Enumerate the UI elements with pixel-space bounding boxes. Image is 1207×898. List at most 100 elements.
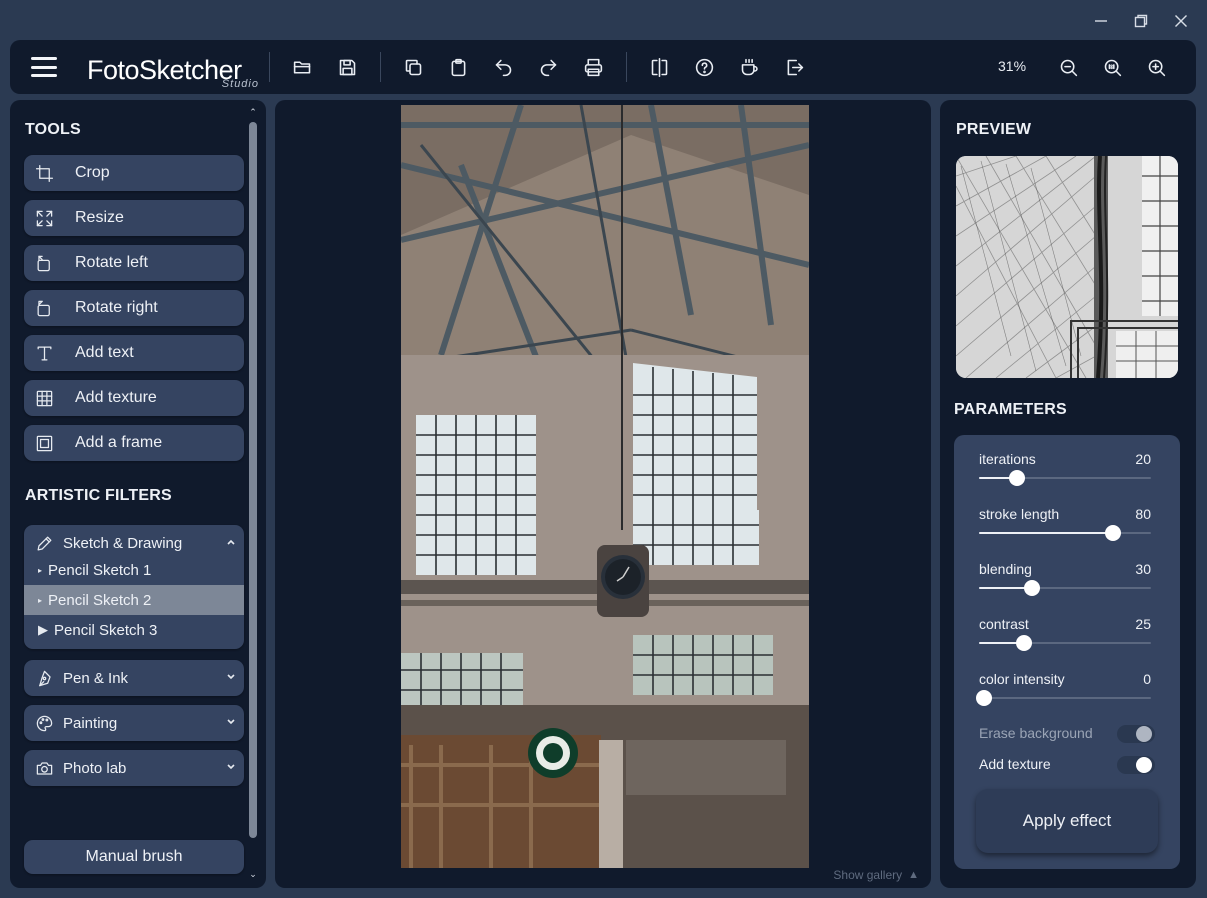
add-frame-label: Add a frame (75, 434, 163, 451)
restore-button[interactable] (1123, 8, 1159, 34)
save-button[interactable] (330, 49, 366, 85)
undo-button[interactable] (486, 49, 522, 85)
coffee-icon (741, 58, 758, 75)
scroll-up-icon[interactable]: ⌃ (248, 108, 258, 117)
param-stroke-length: stroke length 80 (979, 506, 1151, 541)
copy-icon (405, 59, 422, 75)
crop-label: Crop (75, 164, 110, 181)
chevron-down-icon (227, 764, 235, 770)
slider-fill (979, 532, 1114, 534)
toolbar-divider (269, 52, 270, 82)
add-texture-button[interactable]: Add texture (24, 380, 244, 416)
param-value: 0 (1143, 671, 1151, 687)
help-button[interactable] (687, 49, 723, 85)
slider-knob[interactable] (976, 690, 993, 706)
add-texture-switch[interactable] (1117, 756, 1155, 774)
paste-button[interactable] (441, 49, 477, 85)
param-contrast: contrast 25 (979, 616, 1151, 651)
add-text-label: Add text (75, 344, 134, 361)
stroke-length-slider[interactable] (979, 525, 1151, 541)
show-gallery-toggle[interactable]: Show gallery ▲ (833, 868, 919, 882)
undo-icon (495, 59, 512, 76)
filter-group-label: Painting (63, 714, 118, 732)
contrast-slider[interactable] (979, 635, 1151, 651)
filter-group-header[interactable]: Sketch & Drawing (24, 525, 244, 561)
rotate-left-icon (37, 255, 50, 271)
apply-effect-button[interactable]: Apply effect (976, 789, 1158, 853)
help-icon (695, 58, 714, 76)
color-intensity-slider[interactable] (976, 690, 1151, 706)
text-icon (37, 346, 52, 360)
resize-button[interactable]: Resize (24, 200, 244, 236)
toggle-erase-background: Erase background (979, 723, 1155, 743)
slider-knob[interactable] (1015, 635, 1032, 651)
window-controls (1083, 8, 1199, 34)
param-name: iterations (979, 451, 1036, 467)
crop-button[interactable]: Crop (24, 155, 244, 191)
chevron-down-icon (227, 719, 235, 725)
texture-grid-icon (36, 390, 53, 406)
param-color-intensity: color intensity 0 (976, 671, 1151, 706)
rotate-right-icon (37, 300, 50, 316)
rotate-right-button[interactable]: Rotate right (24, 290, 244, 326)
menu-icon[interactable] (31, 57, 57, 77)
show-gallery-label: Show gallery (833, 868, 903, 882)
param-blending: blending 30 (979, 561, 1151, 596)
zoom-in-button[interactable] (1138, 49, 1174, 85)
toolbar-divider (380, 52, 381, 82)
filter-item-pencil-sketch-3[interactable]: ▶ Pencil Sketch 3 (24, 615, 244, 645)
blending-slider[interactable] (979, 580, 1151, 596)
open-button[interactable] (285, 49, 321, 85)
paste-icon (451, 58, 466, 76)
exit-button[interactable] (777, 49, 813, 85)
filter-group-header[interactable]: Painting (24, 705, 244, 741)
print-button[interactable] (576, 49, 612, 85)
logo-title: FotoSketcher (87, 55, 242, 85)
rotate-left-label: Rotate left (75, 254, 148, 271)
artistic-filters-title: ARTISTIC FILTERS (25, 487, 172, 504)
zoom-out-button[interactable] (1050, 49, 1086, 85)
add-frame-button[interactable]: Add a frame (24, 425, 244, 461)
logo-subtitle: Studio (221, 78, 259, 90)
zoom-level: 31% (998, 58, 1027, 74)
exit-icon (787, 59, 804, 75)
filter-group-header[interactable]: Pen & Ink (24, 660, 244, 696)
zoom-out-icon (1060, 59, 1077, 76)
palette-icon (36, 715, 53, 731)
donate-button[interactable] (732, 49, 768, 85)
slider-knob[interactable] (1008, 470, 1025, 486)
save-icon (339, 59, 356, 75)
close-button[interactable] (1163, 8, 1199, 34)
add-text-button[interactable]: Add text (24, 335, 244, 371)
erase-background-switch[interactable] (1117, 725, 1155, 743)
chevron-up-icon (227, 539, 235, 545)
scrollbar-thumb[interactable] (249, 122, 257, 838)
right-sidebar: PREVIEW PARAMETERS iterations 20 stroke … (940, 100, 1196, 888)
filter-item-label: Pencil Sketch 1 (48, 561, 152, 579)
compare-button[interactable] (642, 49, 678, 85)
minimize-button[interactable] (1083, 8, 1119, 34)
param-name: blending (979, 561, 1032, 577)
photo-image (401, 105, 809, 868)
left-scrollbar[interactable]: ⌃ ⌄ (247, 108, 259, 880)
zoom-fit-icon (1104, 59, 1121, 76)
manual-brush-button[interactable]: Manual brush (24, 840, 244, 874)
filter-item-pencil-sketch-2[interactable]: ▸ Pencil Sketch 2 (24, 585, 244, 615)
slider-knob[interactable] (1024, 580, 1041, 596)
redo-button[interactable] (531, 49, 567, 85)
chevron-down-icon (227, 674, 235, 680)
iterations-slider[interactable] (979, 470, 1151, 486)
image-canvas[interactable]: Show gallery ▲ (275, 100, 931, 888)
slider-knob[interactable] (1105, 525, 1122, 541)
zoom-actual-size-button[interactable] (1094, 49, 1130, 85)
param-value: 80 (1135, 506, 1151, 522)
rotate-left-button[interactable]: Rotate left (24, 245, 244, 281)
parameters-panel: iterations 20 stroke length 80 blending … (954, 435, 1180, 869)
tools-title: TOOLS (25, 121, 81, 138)
filter-group-header[interactable]: Photo lab (24, 750, 244, 786)
camera-icon (36, 761, 53, 775)
param-value: 20 (1135, 451, 1151, 467)
copy-button[interactable] (396, 49, 432, 85)
scroll-down-icon[interactable]: ⌄ (248, 870, 258, 879)
filter-group-label: Sketch & Drawing (63, 534, 183, 552)
